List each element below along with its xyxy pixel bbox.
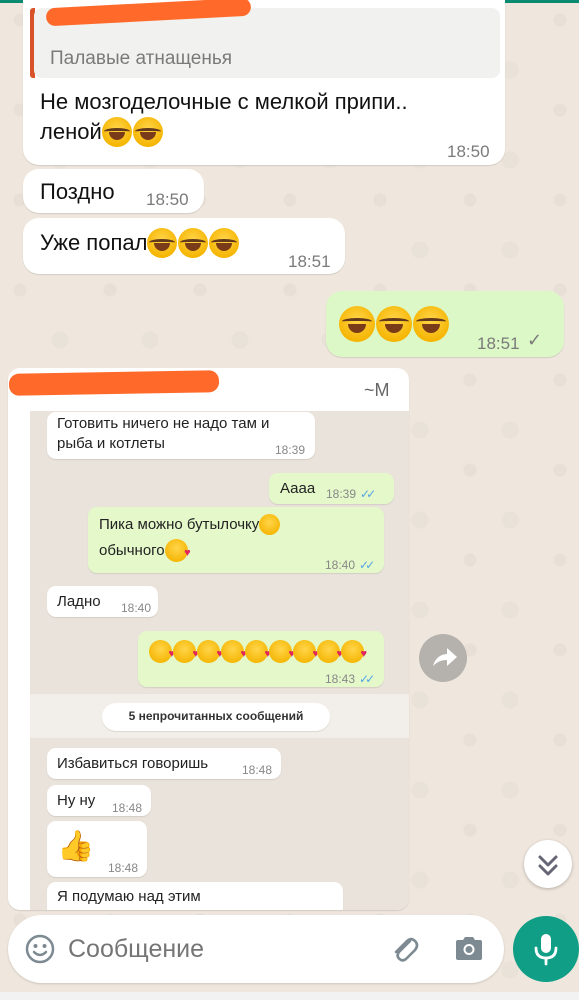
screenshot-message-text: Готовить ничего не надо там и xyxy=(57,415,270,432)
rolling-laughing-emoji-icon xyxy=(101,117,132,147)
message-text-line2: леной xyxy=(40,117,164,151)
rolling-laughing-emoji-icon xyxy=(178,228,209,258)
kiss-emoji-icon xyxy=(245,640,271,663)
screenshot-message-text: Я подумаю над этим xyxy=(57,888,201,905)
message-text: Уже попал xyxy=(40,230,148,255)
rolling-laughing-emoji-icon xyxy=(376,306,412,342)
smirk-emoji-icon xyxy=(259,514,281,535)
scroll-to-bottom-button[interactable] xyxy=(524,840,572,888)
emoji-row xyxy=(339,306,450,342)
screenshot-message-text: рыба и котлеты xyxy=(57,435,165,452)
kiss-emoji-row xyxy=(149,640,367,663)
forward-button[interactable] xyxy=(419,634,467,682)
kiss-emoji-icon xyxy=(317,640,343,663)
rolling-laughing-emoji-icon xyxy=(339,306,375,342)
screenshot-message-time: 18:40 xyxy=(121,601,152,615)
screenshot-message-time: 18:40 ✓✓ xyxy=(325,558,375,572)
rolling-laughing-emoji-icon xyxy=(147,228,178,258)
screenshot-message-time: 18:39 xyxy=(275,443,306,457)
screenshot-message-text: Ладно xyxy=(57,593,101,610)
system-nav-bar xyxy=(0,992,579,1000)
double-chevron-down-icon xyxy=(538,855,558,876)
message-time: 18:50 xyxy=(447,142,490,161)
camera-icon[interactable] xyxy=(452,933,486,965)
thumbs-up-emoji-icon: 👍 xyxy=(57,830,95,863)
sender-initial: ~M xyxy=(364,380,390,400)
redacted-sender-name xyxy=(8,370,220,396)
screenshot-message-time: 18:48 xyxy=(108,861,139,875)
rolling-laughing-emoji-icon xyxy=(209,228,240,258)
message-time: 18:51 xyxy=(477,334,520,353)
kiss-emoji-icon xyxy=(341,640,367,663)
message-text: Не мозгоделочные с мелкой припи.. xyxy=(40,89,408,114)
kiss-emoji-icon xyxy=(197,640,223,663)
microphone-icon xyxy=(534,934,558,966)
screenshot-message-time: 18:43 ✓✓ xyxy=(325,672,375,686)
read-ticks-icon: ✓✓ xyxy=(360,487,376,501)
kiss-emoji-icon xyxy=(149,640,175,663)
screenshot-content: Готовить ничего не надо там и рыба и кот… xyxy=(30,411,409,910)
message-text-line: Уже попал xyxy=(40,228,240,262)
screenshot-message-text: Избавиться говоришь xyxy=(57,755,209,772)
unread-count-label: 5 непрочитанных сообщений xyxy=(128,709,304,723)
screenshot-message-text: Аааа xyxy=(280,480,316,497)
kiss-emoji-icon xyxy=(293,640,319,663)
kiss-emoji-icon xyxy=(173,640,199,663)
rolling-laughing-emoji-icon xyxy=(132,117,163,147)
quoted-message-title: Палавые атнащенья xyxy=(50,48,233,69)
message-time: 18:50 xyxy=(146,190,189,209)
screenshot-message-line: Пика можно бутылочку xyxy=(99,514,281,535)
kiss-emoji-icon xyxy=(221,640,247,663)
message-input[interactable] xyxy=(68,929,378,969)
screenshot-message-line: обычного xyxy=(99,539,191,562)
screenshot-message-time: 18:39 ✓✓ xyxy=(326,487,376,501)
voice-record-button[interactable] xyxy=(513,916,579,982)
paperclip-icon[interactable] xyxy=(388,932,422,966)
message-text: Поздно xyxy=(40,179,115,204)
kiss-emoji-icon xyxy=(269,640,295,663)
forward-arrow-icon xyxy=(433,648,457,666)
screenshot-message-time: 18:48 xyxy=(112,801,143,815)
kiss-emoji-icon xyxy=(164,539,191,562)
message-text: леной xyxy=(40,119,102,144)
image-message[interactable]: ~M Готовить ничего не надо там и рыба и … xyxy=(8,368,409,910)
screenshot-message-text: Ну ну xyxy=(57,792,96,809)
sent-check-icon: ✓ xyxy=(527,330,543,350)
smiley-icon[interactable] xyxy=(24,933,56,965)
read-ticks-icon: ✓✓ xyxy=(359,558,375,572)
rolling-laughing-emoji-icon xyxy=(413,306,449,342)
message-composer xyxy=(8,915,504,983)
read-ticks-icon: ✓✓ xyxy=(359,672,375,686)
screenshot-message-time: 18:48 xyxy=(242,763,273,777)
message-time: 18:51 xyxy=(288,252,331,271)
